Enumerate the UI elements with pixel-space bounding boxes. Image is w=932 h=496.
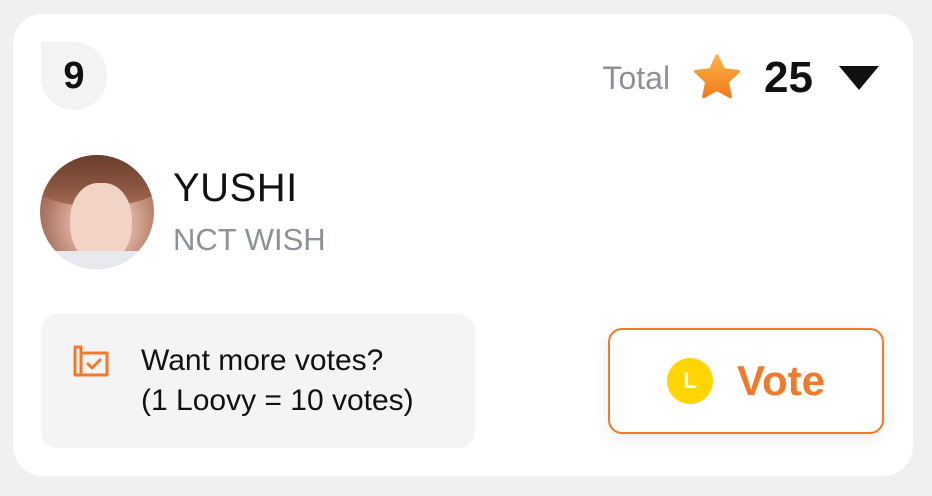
artist-name: YUSHI bbox=[173, 166, 298, 210]
rank-badge: 9 bbox=[41, 42, 107, 110]
vote-button-label: Vote bbox=[737, 357, 825, 404]
promo-subtitle: (1 Loovy = 10 votes) bbox=[141, 384, 414, 417]
avatar bbox=[40, 155, 154, 269]
total-count: 25 bbox=[764, 53, 813, 102]
ticket-icon bbox=[73, 345, 109, 377]
total-votes[interactable]: Total 25 bbox=[602, 52, 881, 104]
artist-group: NCT WISH bbox=[173, 222, 326, 257]
total-label: Total bbox=[602, 59, 671, 96]
more-votes-banner[interactable]: Want more votes? (1 Loovy = 10 votes) bbox=[41, 314, 475, 448]
promo-title: Want more votes? bbox=[141, 344, 384, 377]
star-icon bbox=[694, 54, 740, 99]
vote-button[interactable]: L Vote bbox=[608, 328, 884, 434]
caret-down-icon[interactable] bbox=[837, 64, 881, 92]
coin-letter: L bbox=[683, 368, 697, 393]
vote-card: 9 Total 25 YUSHI NCT WISH Want more vote… bbox=[13, 14, 913, 476]
loovy-coin-icon: L bbox=[667, 358, 714, 404]
